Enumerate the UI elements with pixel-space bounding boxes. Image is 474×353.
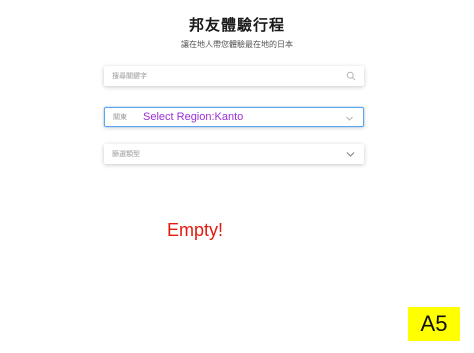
type-filter-placeholder: 篩選類型 — [112, 150, 140, 158]
chevron-down-icon[interactable] — [346, 150, 355, 159]
region-select[interactable]: 關東 Select Region:Kanto — [104, 107, 364, 127]
empty-results-message: Empty! — [167, 220, 224, 240]
page-subtitle: 讓在地人帶您體驗最在地的日本 — [181, 40, 293, 49]
type-filter-select[interactable]: 篩選類型 — [104, 144, 364, 164]
chevron-down-icon[interactable] — [345, 114, 354, 123]
page-badge: A5 — [408, 307, 460, 341]
search-input[interactable]: 搜尋關鍵字 — [104, 66, 364, 86]
search-placeholder: 搜尋關鍵字 — [112, 72, 147, 80]
search-icon[interactable] — [346, 71, 356, 81]
page-title: 邦友體驗行程 — [188, 16, 285, 34]
region-selection-annotation: Select Region:Kanto — [143, 111, 244, 123]
region-select-value: 關東 — [113, 113, 127, 121]
